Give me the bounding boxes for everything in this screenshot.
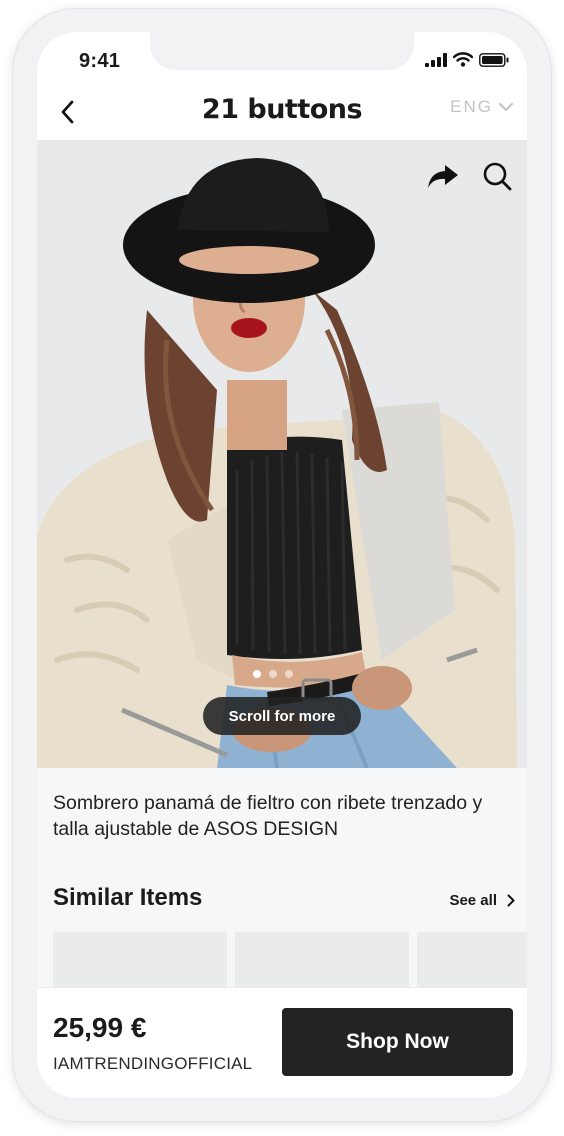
scroll-for-more-button[interactable]: Scroll for more (203, 697, 361, 735)
signal-icon (425, 52, 447, 67)
product-description: Sombrero panamá de fieltro con ribete tr… (53, 792, 483, 840)
shop-now-button[interactable]: Shop Now (282, 1008, 513, 1076)
see-all-link[interactable]: See all (449, 892, 515, 909)
see-all-label: See all (449, 892, 497, 909)
share-arrow-icon (428, 165, 458, 188)
image-actions (425, 158, 515, 194)
battery-icon (479, 52, 509, 67)
carousel-dot[interactable] (269, 670, 277, 678)
app-screen: 9:41 21 buttons ENG Scroll for more Somb… (37, 32, 527, 1098)
chevron-right-icon (507, 894, 515, 907)
language-label: ENG (450, 97, 493, 116)
carousel-dot[interactable] (285, 670, 293, 678)
share-button[interactable] (425, 158, 461, 194)
carousel-dot[interactable] (253, 670, 261, 678)
purchase-bar: 25,99 € IAMTRENDINGOFFICIAL Shop Now (37, 987, 527, 1098)
app-header: 21 buttons ENG (37, 88, 527, 140)
search-button[interactable] (479, 158, 515, 194)
chevron-down-icon (499, 102, 513, 111)
device-notch (150, 32, 414, 70)
status-time: 9:41 (79, 50, 121, 72)
product-image-carousel[interactable]: Scroll for more (37, 140, 527, 768)
search-icon (483, 162, 512, 191)
seller-name[interactable]: IAMTRENDINGOFFICIAL (53, 1054, 252, 1074)
similar-items-title: Similar Items (53, 884, 203, 911)
product-price: 25,99 € (53, 1012, 147, 1043)
language-selector[interactable]: ENG (450, 97, 513, 117)
status-icons (425, 52, 509, 67)
carousel-indicator (253, 670, 293, 678)
wifi-icon (453, 52, 473, 67)
